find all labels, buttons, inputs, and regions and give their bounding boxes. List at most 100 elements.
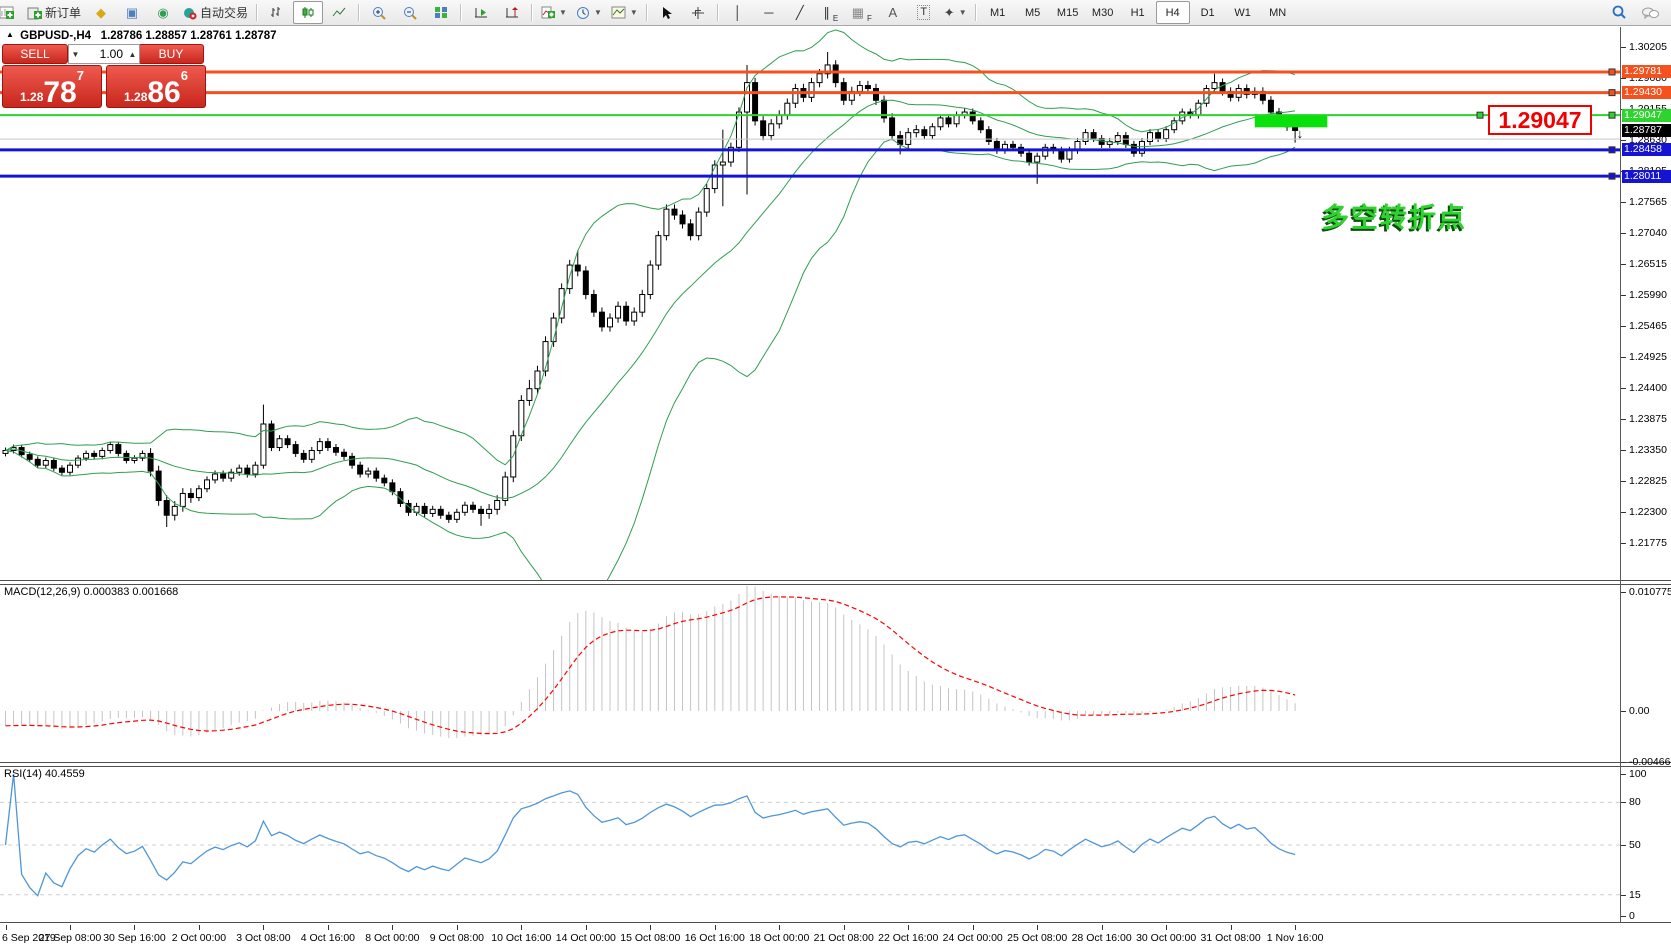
chat-button[interactable] (1635, 1, 1665, 24)
volume-increase-icon[interactable]: ▲ (126, 50, 139, 59)
toolbar-separator (358, 4, 360, 21)
price-line-tag[interactable]: 1.29781 (1622, 65, 1671, 78)
price-tick-label: 1.23875 (1629, 413, 1667, 425)
time-tick-mark (70, 925, 71, 930)
auto-scroll-button[interactable] (466, 1, 496, 24)
line-chart-button[interactable] (324, 1, 354, 24)
rsi-pane[interactable] (0, 766, 1620, 925)
candlestick-chart-icon (301, 6, 315, 19)
arrows-button[interactable]: ✦▼ (940, 1, 971, 24)
search-button[interactable] (1604, 1, 1634, 24)
time-tick-mark (1166, 925, 1167, 930)
bar-chart-button[interactable] (262, 1, 292, 24)
time-tick-mark (328, 925, 329, 930)
signals-button[interactable]: ◉ (148, 1, 178, 24)
horizontal-line-button[interactable]: ─ (754, 1, 784, 24)
price-callout-box[interactable]: 1.29047 (1488, 105, 1592, 135)
sell-button[interactable]: SELL (2, 44, 68, 64)
zoom-out-button[interactable] (395, 1, 425, 24)
periods-button[interactable]: ▼ (572, 1, 606, 24)
timeframe-button-h4[interactable]: H4 (1156, 1, 1190, 24)
volume-input[interactable]: ▼ 1.00 ▲ (68, 44, 140, 64)
line-handle (1477, 112, 1483, 118)
autotrading-button[interactable]: 自动交易 (179, 1, 252, 24)
price-line-tag[interactable]: 1.28011 (1622, 170, 1671, 183)
macd-tick-label: -0.004668 (1629, 756, 1671, 768)
text-label-button[interactable]: T (909, 1, 939, 24)
profiles-icon: ◆ (96, 6, 106, 19)
timeframe-button-d1[interactable]: D1 (1191, 1, 1225, 24)
zoom-in-button[interactable] (364, 1, 394, 24)
dropdown-arrow-icon: ▼ (594, 8, 602, 17)
price-tick-label: 1.25465 (1629, 320, 1667, 332)
price-tick-label: 1.27040 (1629, 227, 1667, 239)
equidistant-channel-button[interactable]: ∥E (816, 1, 846, 24)
main-price-pane[interactable]: ↓ (0, 27, 1620, 580)
time-axis-label: 1 Nov 16:00 (1267, 932, 1324, 944)
indicators-button[interactable]: ▼ (537, 1, 571, 24)
buy-price-panel[interactable]: 1.28 86 6 (106, 65, 206, 108)
rsi-tick-mark (1621, 774, 1626, 775)
new-chart-button[interactable] (0, 1, 22, 24)
price-line-tag[interactable]: 1.29430 (1622, 86, 1671, 99)
trendline-icon: ╱ (796, 6, 804, 19)
toolbar-separator (256, 4, 258, 21)
price-line-tag[interactable]: 1.29047 (1622, 109, 1671, 122)
new-order-button[interactable]: 新订单 (23, 1, 85, 24)
line-handle (1609, 173, 1615, 179)
text-button[interactable]: A (878, 1, 908, 24)
timeframe-button-m15[interactable]: M15 (1051, 1, 1085, 24)
timeframe-button-mn[interactable]: MN (1261, 1, 1295, 24)
templates-button[interactable]: ▼ (607, 1, 642, 24)
timeframe-group: M1M5M15M30H1H4D1W1MN (981, 1, 1295, 24)
cn-annotation-text[interactable]: 多空转折点 (1322, 196, 1467, 235)
tile-windows-button[interactable] (426, 1, 456, 24)
market-watch-button[interactable]: ▣ (117, 1, 147, 24)
equidistant-channel-icon: ∥ (823, 6, 830, 19)
price-tick-label: 1.24400 (1629, 382, 1667, 394)
time-tick-mark (1102, 925, 1103, 930)
macd-pane[interactable] (0, 584, 1620, 762)
price-tick-mark (1621, 388, 1626, 389)
price-line-tag[interactable]: 1.28458 (1622, 143, 1671, 156)
cursor-button[interactable] (652, 1, 682, 24)
timeframe-button-h1[interactable]: H1 (1121, 1, 1155, 24)
new-chart-icon (0, 6, 15, 20)
arrows-icon: ✦ (944, 6, 955, 19)
candlestick-chart-button[interactable] (293, 1, 323, 24)
profiles-button[interactable]: ◆ (86, 1, 116, 24)
price-tick-label: 1.26515 (1629, 258, 1667, 270)
timeframe-button-m1[interactable]: M1 (981, 1, 1015, 24)
rsi-tick-label: 15 (1629, 889, 1641, 901)
dropdown-arrow-icon: ▼ (959, 8, 967, 17)
timeframe-button-w1[interactable]: W1 (1226, 1, 1260, 24)
pane-separator[interactable] (0, 580, 1671, 585)
crosshair-button[interactable] (683, 1, 713, 24)
timeframe-button-m5[interactable]: M5 (1016, 1, 1050, 24)
toolbar-separator (460, 4, 462, 21)
volume-decrease-icon[interactable]: ▼ (69, 50, 82, 59)
rsi-tick-label: 100 (1629, 768, 1647, 780)
tile-windows-icon (434, 6, 448, 19)
price-tick-mark (1621, 202, 1626, 203)
time-tick-mark (392, 925, 393, 930)
buy-button[interactable]: BUY (138, 44, 204, 64)
chart-shift-button[interactable] (497, 1, 527, 24)
price-tick-mark (1621, 357, 1626, 358)
collapse-triangle-icon[interactable]: ▲ (6, 30, 14, 39)
rsi-label: RSI(14) 40.4559 (4, 768, 85, 780)
time-tick-mark (1231, 925, 1232, 930)
line-handle (1609, 90, 1615, 96)
pane-separator[interactable] (0, 762, 1671, 767)
price-tick-label: 1.22300 (1629, 506, 1667, 518)
macd-tick-mark (1621, 592, 1626, 593)
candles (3, 52, 1298, 527)
volume-value[interactable]: 1.00 (82, 47, 126, 61)
new-order-label: 新订单 (45, 4, 81, 21)
fibonacci-button[interactable]: ▦F (847, 1, 877, 24)
vertical-line-button[interactable]: │ (723, 1, 753, 24)
trendline-button[interactable]: ╱ (785, 1, 815, 24)
sell-price-panel[interactable]: 1.28 78 7 (2, 65, 102, 108)
time-axis[interactable]: 6 Sep 201927 Sep 08:0030 Sep 16:002 Oct … (0, 925, 1671, 951)
timeframe-button-m30[interactable]: M30 (1086, 1, 1120, 24)
